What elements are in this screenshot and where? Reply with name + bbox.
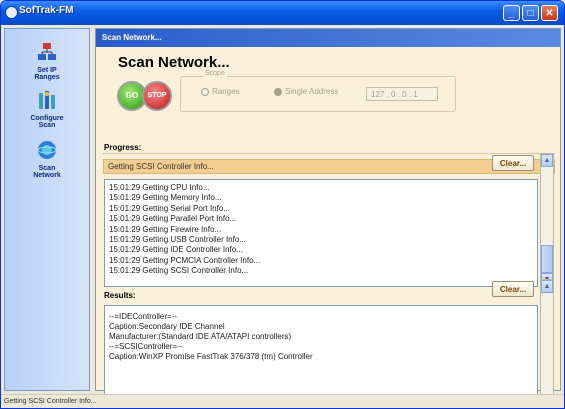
close-button[interactable]: ✕	[541, 5, 558, 21]
clear-results-button[interactable]: Clear...	[492, 281, 534, 297]
log-line: 15:01:29 Getting SCSI Controller Info...	[109, 266, 249, 276]
results-label: Results:	[104, 291, 136, 300]
network-setup-icon	[38, 43, 56, 60]
scroll-up-icon[interactable]: ▲	[541, 154, 553, 167]
single-address-radio[interactable]: Single Address	[274, 87, 338, 96]
log-line: 15:01:29 Getting CPU Info...	[109, 183, 210, 192]
clear-progress-button[interactable]: Clear...	[492, 155, 534, 171]
scope-legend: Scope	[203, 70, 227, 77]
log-line: 15:01:29 Getting Memory Info...	[109, 193, 222, 203]
log-line: 15:01:29 Getting Parallel Port Info...	[109, 214, 237, 224]
scan-panel: Scan Network... Scan Network... GO STOP …	[95, 28, 561, 408]
maximize-icon: □	[527, 8, 534, 19]
single-address-label: Single Address	[285, 87, 339, 96]
sidebar-item-scan-network[interactable]: Scan Network	[5, 139, 89, 179]
status-text: Getting SCSI Controller Info...	[4, 398, 97, 405]
configure-icon	[39, 91, 55, 109]
sidebar-item-set-ip-ranges[interactable]: Set IP Ranges	[5, 41, 89, 81]
ranges-radio[interactable]: Ranges	[201, 87, 240, 96]
sidebar-item-label: Ranges	[34, 74, 60, 81]
progress-label: Progress:	[104, 143, 142, 152]
ranges-radio-label: Ranges	[212, 87, 240, 96]
radio-icon	[201, 87, 209, 96]
results-scrollbar[interactable]: ▲ ▼	[540, 279, 554, 408]
log-line: 15:01:29 Getting PCMCIA Controller Info.…	[109, 255, 261, 265]
close-icon: ✕	[545, 8, 554, 19]
scroll-up-icon[interactable]: ▲	[541, 280, 553, 293]
scroll-thumb[interactable]	[541, 245, 553, 273]
title-bar[interactable]: SofTrak-FM _ □ ✕	[1, 1, 564, 25]
sidebar-item-label: Configure	[30, 115, 64, 122]
result-line: Caption:Secondary IDE Channel	[109, 322, 225, 331]
log-line: 15:01:29 Getting Serial Port Info...	[109, 203, 230, 213]
minimize-button[interactable]: _	[503, 5, 520, 21]
panel-header: Scan Network...	[96, 29, 560, 47]
sidebar: Set IP Ranges Configure Scan Scan Networ…	[4, 28, 90, 391]
radio-selected-icon	[274, 87, 282, 96]
scan-globe-icon	[37, 141, 57, 159]
result-line: --=IDEController=--	[109, 312, 178, 321]
sidebar-item-configure-scan[interactable]: Configure Scan	[5, 89, 89, 129]
divider	[103, 153, 555, 154]
result-line: Caption:WinXP Promise FastTrak 376/378 (…	[109, 352, 313, 361]
sidebar-item-label: Scan	[38, 165, 56, 172]
log-list[interactable]: 15:01:29 Getting CPU Info... 15:01:29 Ge…	[104, 179, 538, 287]
ip-address-field[interactable]: 127 . 0 . 0 . 1	[366, 87, 438, 101]
sidebar-item-label: Network	[33, 172, 61, 179]
log-line: 15:01:29 Getting Firewire Info...	[109, 224, 222, 234]
log-scrollbar[interactable]: ▲ ▼	[540, 153, 554, 287]
log-line: 15:01:29 Getting IDE Controller Info...	[109, 245, 243, 255]
result-line: --=SCSIController=--	[109, 342, 183, 351]
app-window: SofTrak-FM _ □ ✕ Set IP Ranges Configure…	[0, 0, 565, 409]
sidebar-item-label: Scan	[38, 122, 56, 129]
progress-status: Getting SCSI Controller Info...	[103, 159, 555, 174]
window-title: SofTrak-FM	[19, 5, 74, 16]
maximize-button[interactable]: □	[522, 5, 539, 21]
stop-button[interactable]: STOP	[142, 81, 172, 111]
sidebar-item-label: Set IP	[37, 67, 57, 74]
app-system-icon[interactable]	[5, 6, 18, 19]
minimize-icon: _	[508, 8, 515, 19]
log-line: 15:01:29 Getting USB Controller Info...	[109, 235, 246, 245]
status-bar: Getting SCSI Controller Info...	[1, 394, 564, 408]
page-title: Scan Network...	[118, 54, 230, 71]
result-line: Manufacturer:(Standard IDE ATA/ATAPI con…	[109, 332, 292, 341]
